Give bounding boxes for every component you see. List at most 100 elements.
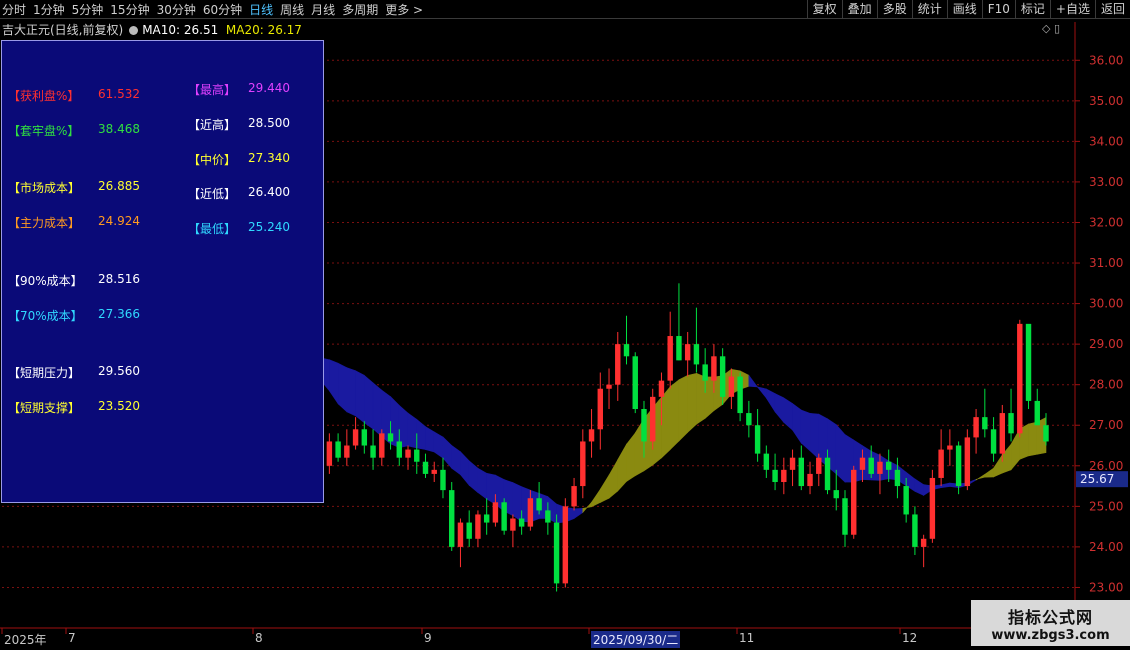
panel-label-0: 【获利盘%】 [8, 89, 80, 103]
candle-body [1025, 323, 1032, 401]
candle-body [938, 449, 944, 478]
panel-value-7: 23.520 [98, 399, 140, 413]
ma-band-segment [704, 376, 715, 420]
candle-body [1008, 413, 1014, 434]
y-tick-label: 28.00 [1089, 378, 1123, 392]
ma-band-segment [346, 367, 356, 417]
candle-body [387, 433, 394, 442]
candle-body [379, 433, 385, 458]
candle-body [352, 429, 359, 446]
y-tick-label: 23.00 [1089, 580, 1123, 594]
y-tick-label: 32.00 [1089, 215, 1123, 229]
ma-band-segment [669, 379, 680, 451]
candle-body [449, 490, 455, 547]
panel-value-10: 27.340 [248, 151, 290, 165]
ma-band-segment [329, 359, 339, 405]
candle-body [615, 344, 621, 385]
candle-body [405, 449, 411, 458]
panel-label-5: 【70%成本】 [8, 309, 83, 323]
ma-band-segment [800, 409, 811, 452]
ma-band-segment [993, 453, 1003, 478]
ma-band-segment [337, 362, 348, 413]
panel-label-1: 【套牢盘%】 [8, 124, 80, 138]
ma-band-segment [757, 386, 767, 399]
candle-body [580, 441, 586, 487]
candle-body [1017, 323, 1023, 434]
ma-band-segment [451, 444, 461, 476]
candle-body [667, 336, 673, 381]
candle-body [728, 376, 735, 397]
x-tick-label-1: 7 [68, 631, 76, 645]
candle-body [414, 449, 420, 462]
candle-body [955, 445, 962, 487]
watermark-title: 指标公式网 [1007, 608, 1093, 627]
candle-body [816, 457, 822, 474]
candle-body [824, 457, 831, 491]
ma-band-segment [914, 478, 924, 496]
panel-label-10: 【中价】 [188, 153, 237, 167]
y-tick-label: 35.00 [1089, 94, 1123, 108]
candle-body [396, 441, 402, 458]
ma-band-segment [626, 432, 636, 482]
candle-body [658, 380, 665, 397]
candle-body [772, 469, 778, 483]
panel-label-11: 【近低】 [188, 187, 237, 201]
candle-body [571, 486, 577, 507]
ma-band-segment [984, 467, 994, 478]
candle-body [606, 384, 612, 389]
panel-label-8: 【最高】 [188, 83, 237, 97]
ma-band-segment [407, 412, 418, 449]
candle-body [763, 453, 770, 470]
y-tick-label: 24.00 [1089, 540, 1123, 554]
panel-label-6: 【短期压力】 [8, 366, 81, 380]
ma-band-segment [783, 397, 793, 431]
candle-body [877, 461, 883, 474]
candle-body [588, 429, 595, 442]
y-tick-label: 36.00 [1089, 53, 1123, 67]
ma-band-segment [460, 451, 470, 487]
candle-body [510, 518, 516, 531]
ma-band-segment [774, 393, 785, 424]
panel-value-8: 29.440 [248, 81, 290, 95]
ma-band-segment [591, 488, 601, 508]
ma-band-segment [687, 372, 697, 434]
panel-value-5: 27.366 [98, 307, 140, 321]
candle-body [903, 486, 909, 515]
panel-value-12: 25.240 [248, 220, 290, 234]
ma-band-segment [940, 482, 951, 489]
ma-band-segment [678, 374, 688, 442]
panel-label-4: 【90%成本】 [8, 274, 83, 288]
ma-band-segment [835, 423, 846, 483]
panel-label-3: 【主力成本】 [8, 216, 81, 230]
chip-distribution-panel: 【获利盘%】 61.532 【套牢盘%】 38.468 【市场成本】 26.885 【主力成… [1, 40, 324, 503]
ma-band-segment [364, 374, 374, 430]
panel-value-1: 38.468 [98, 122, 140, 136]
panel-label-12: 【最低】 [188, 222, 237, 236]
ma-band-segment [573, 508, 584, 520]
candle-body [789, 457, 796, 470]
ma-band-segment [696, 372, 706, 425]
ma-band-segment [1010, 427, 1021, 471]
candle-body [754, 425, 761, 454]
candle-body [990, 429, 997, 454]
candle-body [973, 417, 979, 438]
panel-label-7: 【短期支撑】 [8, 401, 81, 415]
ma-band-segment [661, 385, 671, 459]
panel-value-11: 26.400 [248, 185, 290, 199]
x-tick-label-3: 9 [424, 631, 432, 645]
y-tick-label: 30.00 [1089, 297, 1123, 311]
ma-band-segment [809, 412, 820, 460]
candle-body [868, 457, 874, 474]
panel-value-2: 26.885 [98, 179, 140, 193]
candle-body [641, 409, 647, 442]
candle-body [632, 356, 638, 410]
ma-band-segment [512, 482, 522, 522]
ma-band-segment [372, 382, 383, 438]
candle-body [982, 417, 988, 430]
y-tick-label: 25.00 [1089, 499, 1123, 513]
x-tick-label-0: 2025年 [4, 633, 47, 647]
candle-body [1043, 425, 1049, 442]
candle-body [702, 364, 708, 381]
candle-body [920, 538, 927, 547]
candle-body [929, 477, 936, 539]
